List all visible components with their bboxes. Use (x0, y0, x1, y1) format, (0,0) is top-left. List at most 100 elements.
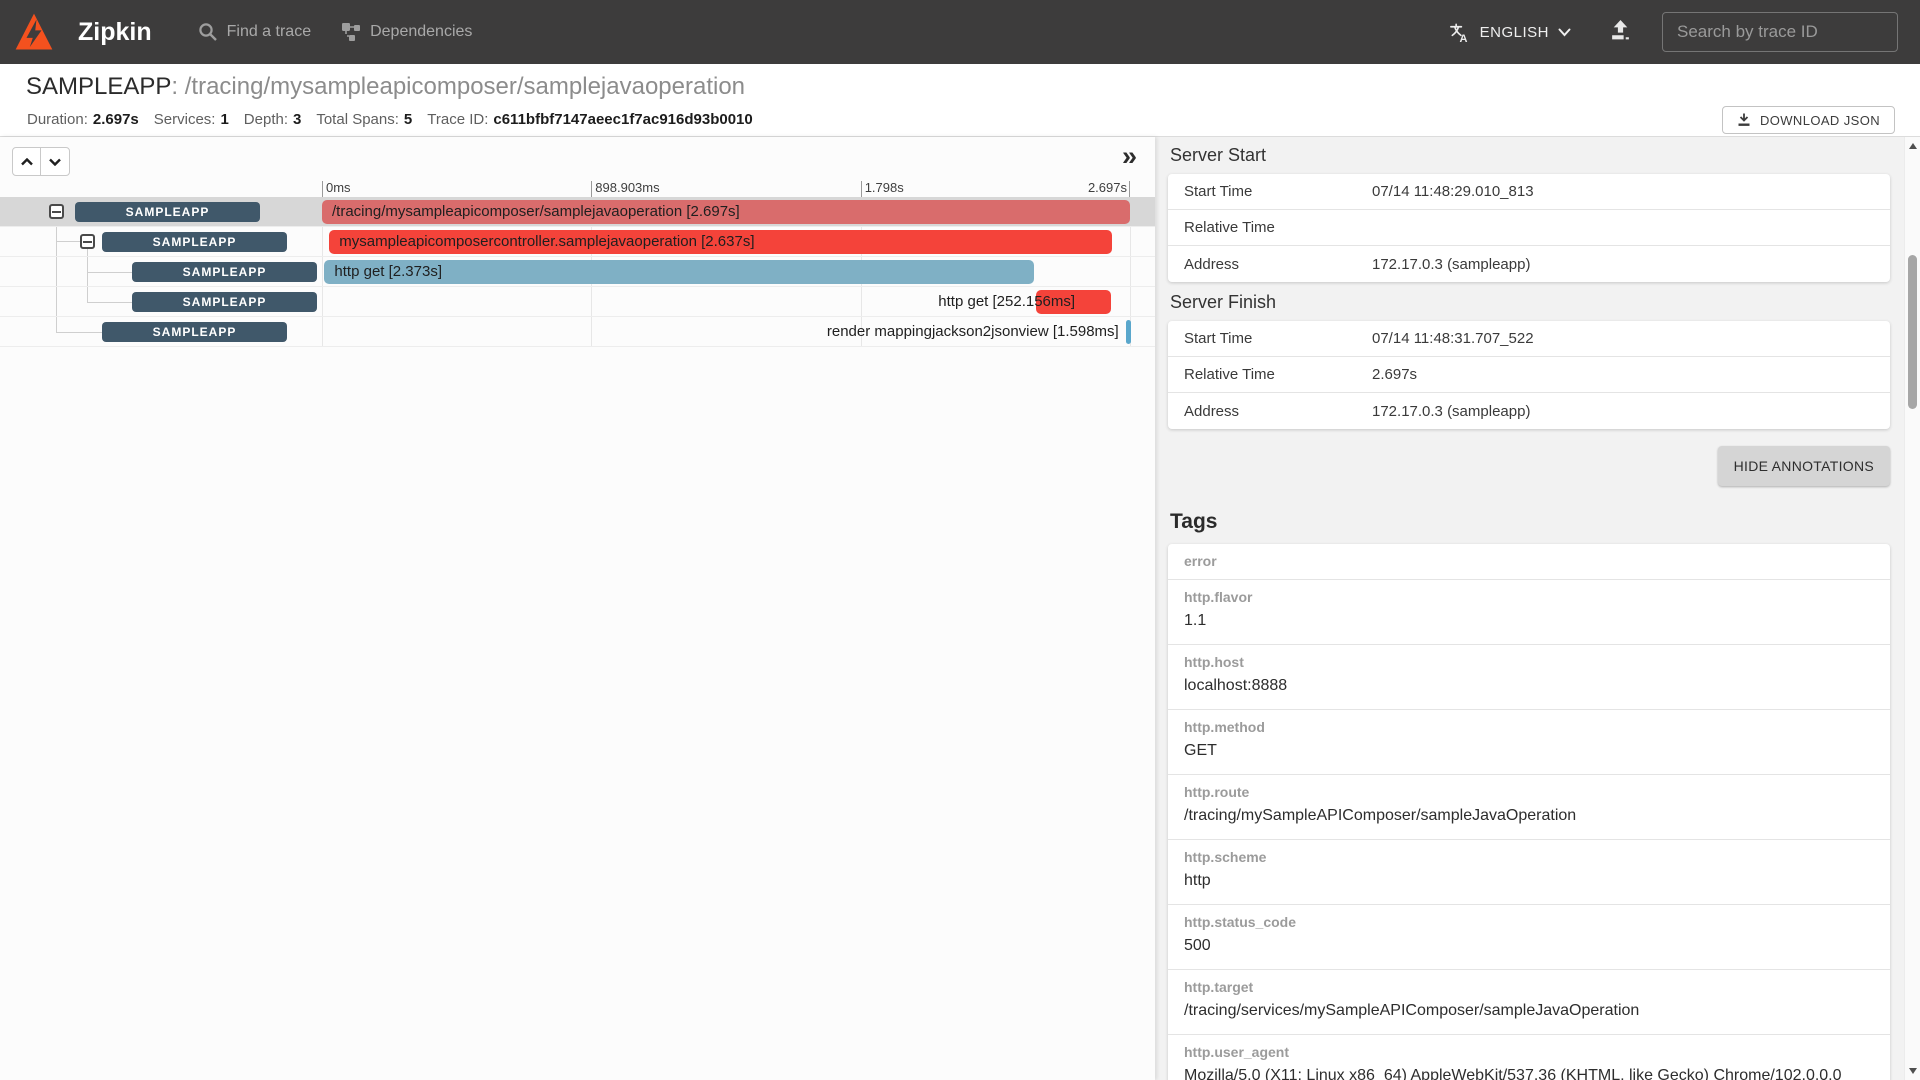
upload-trace-button[interactable] (1609, 19, 1632, 45)
tag-value: 500 (1184, 935, 1874, 957)
service-name-button[interactable]: SAMPLEAPP (102, 232, 287, 252)
span-label: render mappingjackson2jsonview [1.598ms] (827, 317, 1119, 347)
scrollbar-thumb[interactable] (1908, 255, 1917, 409)
collapse-span-icon[interactable] (49, 204, 64, 219)
span-plot: /tracing/mysampleapicomposer/samplejavao… (322, 197, 1130, 227)
app-title: Zipkin (78, 18, 152, 47)
trace-operation-name: /tracing/mysampleapicomposer/samplejavao… (185, 73, 745, 100)
span-duration-bar[interactable] (1126, 320, 1131, 344)
span-detail-panel: Server StartStart Time07/14 11:48:29.010… (1168, 137, 1890, 1080)
axis-tick-label: 1.798s (865, 180, 904, 195)
stat-label: Duration: (27, 111, 88, 128)
span-row[interactable]: SAMPLEAPP mysampleapicomposercontroller.s… (0, 227, 1155, 257)
trace-timeline-panel: » 0ms898.903ms1.798s2.697s SAMPLEAPP/tra… (0, 137, 1155, 1080)
trace-stat: Services:1 (154, 111, 229, 128)
span-row[interactable]: SAMPLEAPP/tracing/mysampleapicomposer/sa… (0, 197, 1155, 227)
tags-heading: Tags (1170, 510, 1890, 534)
span-label: /tracing/mysampleapicomposer/samplejavao… (332, 197, 740, 227)
axis-tick-mark (322, 181, 323, 197)
annotation-row: Relative Time2.697s (1168, 357, 1890, 393)
service-name-button[interactable]: SAMPLEAPP (75, 202, 260, 222)
download-json-button[interactable]: DOWNLOAD JSON (1722, 106, 1895, 134)
tag-key: http.method (1184, 719, 1874, 735)
chevron-down-icon (49, 158, 61, 166)
annotation-card: Start Time07/14 11:48:29.010_813Relative… (1168, 174, 1890, 282)
stat-value: 2.697s (93, 111, 139, 128)
tag-row: http.scheme http (1168, 840, 1890, 905)
tags-card: errorhttp.flavor1.1http.hostlocalhost:88… (1168, 544, 1890, 1080)
annotation-value: 172.17.0.3 (sampleapp) (1372, 256, 1530, 273)
nav-find-a-trace-label: Find a trace (227, 23, 311, 41)
language-label: ENGLISH (1480, 24, 1549, 41)
annotation-sections: Server StartStart Time07/14 11:48:29.010… (1168, 145, 1890, 429)
dependencies-icon (341, 22, 361, 42)
tag-key: http.user_agent (1184, 1044, 1874, 1060)
chevron-up-icon (21, 158, 33, 166)
annotation-value: 172.17.0.3 (sampleapp) (1372, 403, 1530, 420)
span-plot: http get [252.156ms] (322, 287, 1130, 317)
download-icon (1737, 113, 1751, 127)
trace-stat: Depth:3 (244, 111, 302, 128)
annotation-label: Address (1184, 256, 1372, 273)
annotation-label: Start Time (1184, 330, 1372, 347)
previous-span-button[interactable] (13, 148, 41, 175)
service-name-button[interactable]: SAMPLEAPP (132, 292, 317, 312)
zipkin-logo-icon[interactable] (14, 12, 54, 52)
span-label: mysampleapicomposercontroller.samplejava… (339, 227, 754, 257)
axis-tick-label: 0ms (326, 180, 351, 195)
navbar: Zipkin Find a trace Dependencies A ENGLI… (0, 0, 1920, 64)
trace-stat: Duration: 2.697s (27, 111, 139, 128)
tag-key: http.status_code (1184, 914, 1874, 930)
trace-service-name: SAMPLEAPP (26, 73, 171, 100)
tag-value: 1.1 (1184, 610, 1874, 632)
stat-label: Services: (154, 111, 216, 128)
tag-row: http.host localhost:8888 (1168, 645, 1890, 710)
tag-key: http.scheme (1184, 849, 1874, 865)
tag-value: http (1184, 870, 1874, 892)
nav-find-a-trace[interactable]: Find a trace (198, 22, 311, 42)
page-title: SAMPLEAPP: /tracing/mysampleapicomposer/… (26, 73, 745, 101)
collapse-span-icon[interactable] (80, 234, 95, 249)
span-label: http get [2.373s] (334, 257, 442, 287)
trace-stat: Total Spans:5 (316, 111, 412, 128)
tag-row: http.target/tracing/services/mySampleAPI… (1168, 970, 1890, 1035)
annotation-section-title: Server Finish (1170, 292, 1890, 313)
annotation-label: Address (1184, 403, 1372, 420)
span-row[interactable]: SAMPLEAPP http get [252.156ms] (0, 287, 1155, 317)
axis-tick-mark (1129, 181, 1130, 197)
stat-value: 1 (220, 111, 228, 128)
nav-dependencies[interactable]: Dependencies (341, 22, 472, 42)
tag-key: http.host (1184, 654, 1874, 670)
collapse-detail-panel-button[interactable]: » (1122, 141, 1137, 172)
service-name-button[interactable]: SAMPLEAPP (102, 322, 287, 342)
stat-value: 3 (293, 111, 301, 128)
service-name-button[interactable]: SAMPLEAPP (132, 262, 317, 282)
annotation-section-title: Server Start (1170, 145, 1890, 166)
scrollbar-down-arrow[interactable] (1909, 1068, 1917, 1074)
language-selector[interactable]: A ENGLISH (1448, 21, 1571, 44)
stat-label: Total Spans: (316, 111, 399, 128)
title-separator: : (171, 73, 184, 100)
annotation-value: 07/14 11:48:31.707_522 (1372, 330, 1534, 347)
search-trace-id-input[interactable] (1662, 12, 1898, 52)
annotation-value: 07/14 11:48:29.010_813 (1372, 183, 1534, 200)
span-label: http get [252.156ms] (938, 287, 1075, 317)
annotation-row: Address172.17.0.3 (sampleapp) (1168, 393, 1890, 429)
tag-key: http.target (1184, 979, 1874, 995)
annotation-row: Address172.17.0.3 (sampleapp) (1168, 246, 1890, 282)
annotation-row: Start Time07/14 11:48:29.010_813 (1168, 174, 1890, 210)
span-row[interactable]: SAMPLEAPP http get [2.373s] (0, 257, 1155, 287)
vertical-scrollbar[interactable] (1904, 137, 1920, 1080)
translate-icon: A (1448, 21, 1471, 44)
scrollbar-up-arrow[interactable] (1909, 143, 1917, 149)
tag-value: /tracing/services/mySampleAPIComposer/sa… (1184, 1000, 1874, 1022)
axis-tick-label: 2.697s (1088, 180, 1127, 195)
span-row[interactable]: SAMPLEAPP render mappingjackson2jsonview … (0, 317, 1155, 347)
hide-annotations-button[interactable]: HIDE ANNOTATIONS (1718, 446, 1890, 486)
search-icon (198, 22, 218, 42)
tag-value: localhost:8888 (1184, 675, 1874, 697)
next-span-button[interactable] (41, 148, 69, 175)
tag-row: http.user_agentMozilla/5.0 (X11; Linux x… (1168, 1035, 1890, 1080)
tag-row: http.route/tracing/mySampleAPIComposer/s… (1168, 775, 1890, 840)
axis-tick-mark (861, 181, 862, 197)
